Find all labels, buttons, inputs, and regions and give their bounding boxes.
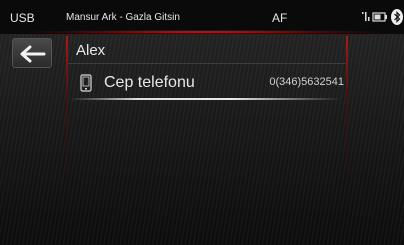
now-playing-label: Mansur Ark - Gazla Gitsin [66, 12, 180, 23]
number-type-label: Cep telefonu [104, 74, 195, 91]
row-highlight-line [70, 98, 340, 100]
right-red-rail [346, 36, 348, 236]
status-bar: USB Mansur Ark - Gazla Gitsin AF [0, 0, 404, 34]
left-red-rail [66, 36, 68, 236]
mobile-phone-icon [80, 74, 92, 92]
af-indicator: AF [272, 11, 288, 25]
back-button[interactable] [12, 38, 52, 68]
bluetooth-icon [391, 9, 403, 25]
phone-contact-detail-screen: USB Mansur Ark - Gazla Gitsin AF Alex Ce… [0, 0, 404, 245]
status-bar-red-glow [30, 30, 380, 34]
signal-icon [362, 12, 370, 21]
battery-icon [372, 12, 387, 22]
phone-number-row[interactable]: Cep telefonu 0(346)5632541 [68, 68, 346, 100]
back-arrow-icon [20, 45, 46, 63]
phone-number-value: 0(346)5632541 [269, 76, 344, 88]
contact-name: Alex [76, 42, 106, 59]
source-label[interactable]: USB [10, 11, 35, 25]
status-icons [360, 9, 404, 25]
header-divider [68, 63, 346, 64]
